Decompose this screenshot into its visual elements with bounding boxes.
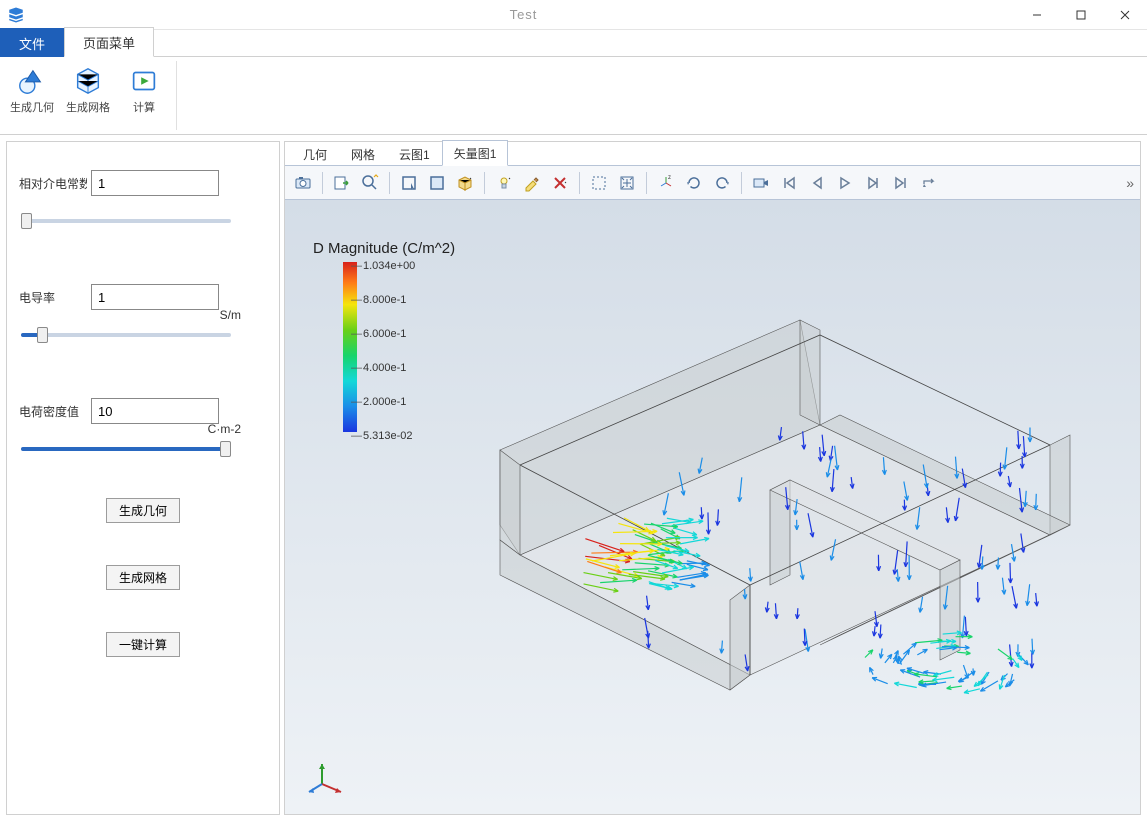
- next-frame-icon[interactable]: [861, 171, 885, 195]
- close-button[interactable]: [1103, 0, 1147, 30]
- charge-density-input[interactable]: [91, 398, 219, 424]
- viewtab-vector[interactable]: 矢量图1: [442, 140, 509, 166]
- maximize-button[interactable]: [1059, 0, 1103, 30]
- svg-text:z: z: [668, 175, 671, 181]
- select-solid-icon[interactable]: [453, 171, 477, 195]
- compute-icon: [128, 65, 160, 97]
- conductivity-input[interactable]: [91, 284, 219, 310]
- param-label: 电荷密度值: [19, 403, 87, 420]
- conductivity-slider[interactable]: [21, 333, 231, 337]
- ribbon-group: 生成几何 生成网格 计算: [6, 61, 177, 130]
- zoom-area-icon[interactable]: [587, 171, 611, 195]
- menu-page[interactable]: 页面菜单: [64, 27, 154, 57]
- window-controls: [1015, 0, 1147, 30]
- ribbon-label: 计算: [133, 99, 155, 115]
- ribbon-label: 生成几何: [10, 99, 54, 115]
- ribbon-generate-mesh[interactable]: 生成网格: [62, 61, 114, 130]
- toolbar-overflow-icon[interactable]: »: [1126, 175, 1134, 191]
- menu-file[interactable]: 文件: [0, 28, 64, 57]
- camera-icon[interactable]: [291, 171, 315, 195]
- title-bar: Test: [0, 0, 1147, 30]
- viewer-tabs: 几何 网格 云图1 矢量图1: [285, 142, 1140, 166]
- viewtab-geometry[interactable]: 几何: [291, 141, 339, 166]
- param-unit: S/m: [19, 308, 267, 324]
- xyz-axis-icon[interactable]: z: [654, 171, 678, 195]
- play-icon[interactable]: [833, 171, 857, 195]
- param-label: 电导率: [19, 289, 87, 306]
- legend-tick: 4.000e-1: [363, 362, 406, 374]
- first-frame-icon[interactable]: [777, 171, 801, 195]
- param-unit: [19, 194, 267, 210]
- param-unit: C·m-2: [19, 422, 267, 438]
- legend-tick: 8.000e-1: [363, 294, 406, 306]
- delete-icon[interactable]: [548, 171, 572, 195]
- axis-triad-icon: [307, 756, 347, 796]
- viewer-toolbar: z »: [285, 166, 1140, 200]
- window-title: Test: [32, 7, 1015, 22]
- geometry-icon: [16, 65, 48, 97]
- parameters-panel: 相对介电常数 电导率 S/m 电荷密度值 C·m-2 生成几何: [6, 141, 280, 815]
- legend-tick: 2.000e-1: [363, 396, 406, 408]
- viewtab-cloud[interactable]: 云图1: [387, 141, 442, 166]
- ribbon-label: 生成网格: [66, 99, 110, 115]
- param-relative-permittivity: 相对介电常数: [19, 170, 267, 226]
- ribbon-compute[interactable]: 计算: [118, 61, 170, 130]
- plot-title: D Magnitude (C/m^2): [313, 240, 455, 257]
- rotate-cw-icon[interactable]: [710, 171, 734, 195]
- export-icon[interactable]: [330, 171, 354, 195]
- param-label: 相对介电常数: [19, 175, 87, 192]
- plot-canvas[interactable]: D Magnitude (C/m^2) 1.034e+00 8.000e-1 6…: [285, 200, 1140, 814]
- sidebar-generate-geometry-button[interactable]: 生成几何: [106, 498, 180, 523]
- rotate-ccw-icon[interactable]: [682, 171, 706, 195]
- ribbon: 生成几何 生成网格 计算: [0, 57, 1147, 135]
- zoom-auto-icon[interactable]: [358, 171, 382, 195]
- legend-tick: 1.034e+00: [363, 260, 415, 272]
- param-conductivity: 电导率 S/m: [19, 284, 267, 340]
- app-icon: [7, 6, 25, 24]
- select-box-icon[interactable]: [397, 171, 421, 195]
- rel-perm-slider[interactable]: [21, 219, 231, 223]
- clear-icon[interactable]: [520, 171, 544, 195]
- rel-perm-input[interactable]: [91, 170, 219, 196]
- last-frame-icon[interactable]: [889, 171, 913, 195]
- prev-frame-icon[interactable]: [805, 171, 829, 195]
- ribbon-generate-geometry[interactable]: 生成几何: [6, 61, 58, 130]
- legend-tick: 6.000e-1: [363, 328, 406, 340]
- mesh-icon: [72, 65, 104, 97]
- camera-record-icon[interactable]: [749, 171, 773, 195]
- minimize-button[interactable]: [1015, 0, 1059, 30]
- legend-tick: 5.313e-02: [363, 430, 413, 442]
- fit-view-icon[interactable]: [615, 171, 639, 195]
- loop-icon[interactable]: [917, 171, 941, 195]
- viewer-panel: 几何 网格 云图1 矢量图1 z: [284, 141, 1141, 815]
- main-menu: 文件 页面菜单: [0, 30, 1147, 57]
- param-charge-density: 电荷密度值 C·m-2: [19, 398, 267, 454]
- sidebar-compute-button[interactable]: 一键计算: [106, 632, 180, 657]
- select-face-icon[interactable]: [425, 171, 449, 195]
- 3d-scene: [440, 275, 1080, 755]
- sidebar-generate-mesh-button[interactable]: 生成网格: [106, 565, 180, 590]
- lights-icon[interactable]: [492, 171, 516, 195]
- charge-density-slider[interactable]: [21, 447, 231, 451]
- viewtab-mesh[interactable]: 网格: [339, 141, 387, 166]
